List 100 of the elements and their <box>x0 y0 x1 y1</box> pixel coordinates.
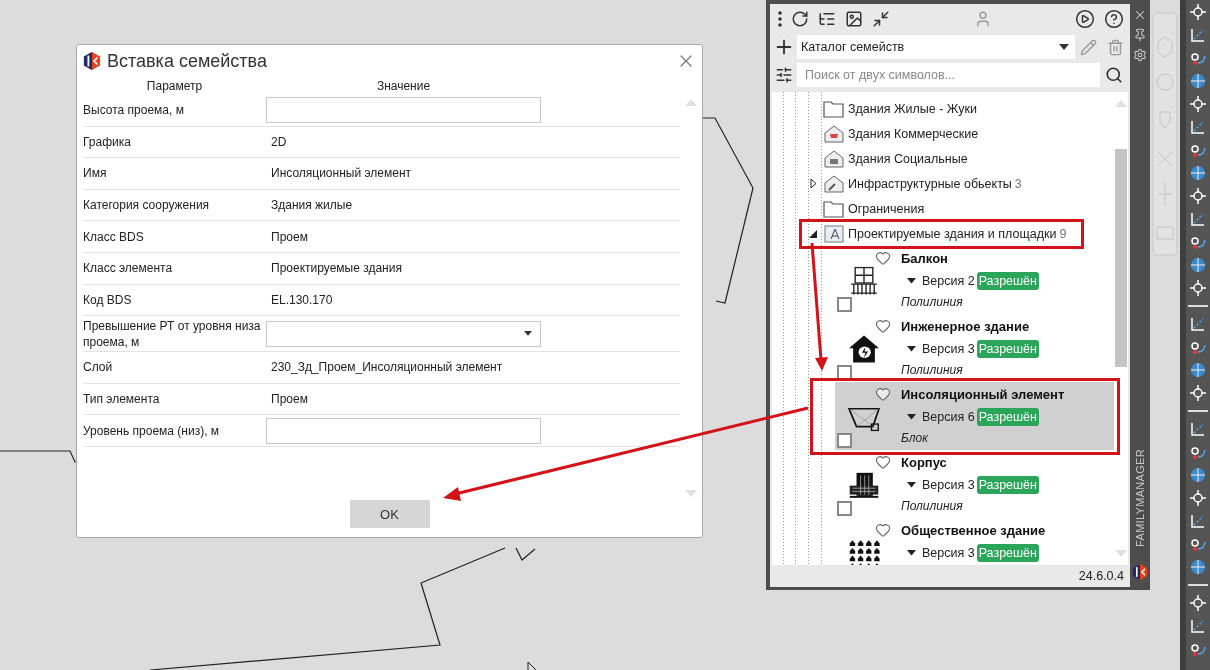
mouse-cursor-icon <box>527 661 537 670</box>
parameter-value: Здания жилые <box>270 198 353 213</box>
family-item[interactable]: Инженерное здание Версия 3 Разрешён Полилиния <box>835 314 1114 382</box>
version-label[interactable]: Версия 3 <box>922 342 975 356</box>
house-wrench-icon <box>823 173 845 194</box>
parameter-label: Графика <box>83 133 132 150</box>
column-header: Параметр <box>145 79 204 93</box>
item-count: 9 <box>1059 226 1067 241</box>
heart-icon[interactable] <box>875 250 891 266</box>
tree-node[interactable]: Здания Коммерческие <box>806 121 979 146</box>
globe-icon[interactable] <box>1189 558 1207 576</box>
expanded-triangle-icon[interactable] <box>809 229 817 238</box>
heart-icon[interactable] <box>875 522 891 538</box>
heart-icon[interactable] <box>875 318 891 334</box>
dimension-icon[interactable] <box>1189 26 1207 44</box>
checkbox[interactable] <box>837 297 852 312</box>
family-name: Инженерное здание <box>901 318 1031 336</box>
family-item[interactable]: Общественное здание Версия 3 Разрешён <box>835 518 1114 565</box>
tree-node[interactable]: Проектируемые здания и площадки 9 <box>806 221 1067 246</box>
tree-node[interactable]: Здания Жилые - Жуки <box>806 96 977 121</box>
node-snap-icon[interactable] <box>1189 3 1207 21</box>
version-label[interactable]: Версия 3 <box>922 546 975 560</box>
filter-button[interactable] <box>774 66 793 84</box>
public-buildings-drawing <box>847 537 881 565</box>
status-badge: Разрешён <box>976 408 1039 426</box>
node-snap-icon[interactable] <box>1189 489 1207 507</box>
parameter-value: Проем <box>270 392 308 407</box>
family-type: Блок <box>901 431 929 445</box>
dimension-icon[interactable] <box>1189 210 1207 228</box>
help-button[interactable] <box>1104 9 1124 29</box>
caret-icon <box>1059 44 1069 50</box>
node-snap-icon[interactable] <box>1189 279 1207 297</box>
value-input-field[interactable] <box>266 417 541 444</box>
ok-button[interactable]: OK <box>349 500 430 528</box>
value-input-field[interactable] <box>266 97 541 124</box>
scrollbar-thumb[interactable] <box>1115 149 1127 367</box>
house-cart-icon <box>823 123 845 144</box>
parameter-label: Класс элемента <box>83 260 174 277</box>
status-badge: Разрешён <box>976 272 1039 290</box>
parameter-label: Превышение РТ от уровня низа проема, м <box>83 317 262 350</box>
search-button[interactable] <box>1104 66 1123 84</box>
parameter-label: Уровень проема (низ), м <box>83 422 221 439</box>
more-menu-button[interactable] <box>778 11 782 27</box>
close-icon[interactable] <box>1133 8 1147 22</box>
refresh-button[interactable] <box>791 10 809 28</box>
family-item[interactable]: Инсоляционный элемент Версия 6 Разрешён Блок <box>835 382 1114 450</box>
checkbox[interactable] <box>837 433 852 448</box>
tree-view-button[interactable] <box>818 10 836 28</box>
collapsed-triangle-icon[interactable] <box>809 178 817 189</box>
family-item[interactable]: Балкон Версия 2 Разрешён Полилиния <box>835 246 1114 314</box>
node-snap-icon[interactable] <box>1189 187 1207 205</box>
tree-node[interactable]: Инфраструктурные обьекты 3 <box>806 171 1022 196</box>
version-label[interactable]: Версия 6 <box>922 410 975 424</box>
globe-icon[interactable] <box>1189 361 1207 379</box>
collapse-button[interactable] <box>872 10 890 28</box>
parameter-label: Код BDS <box>83 291 133 308</box>
search-field[interactable]: Поиск от двух символов... <box>797 63 1100 87</box>
version-label[interactable]: Версия 3 <box>922 478 975 492</box>
dimension-icon[interactable] <box>1189 118 1207 136</box>
tree-node[interactable]: Ограничения <box>806 196 925 221</box>
pin-icon[interactable] <box>1133 28 1147 42</box>
version-caret-icon <box>907 550 916 556</box>
family-type: Полилиния <box>901 295 964 309</box>
parameter-label: Категория сооружения <box>83 197 211 214</box>
settings-icon[interactable] <box>1133 48 1147 62</box>
tree-node-label: Здания Коммерческие <box>848 126 979 141</box>
parameter-value: Проем <box>270 229 308 244</box>
heart-icon[interactable] <box>875 386 891 402</box>
globe-icon[interactable] <box>1189 256 1207 274</box>
version-caret-icon <box>907 278 916 284</box>
parameter-value: EL.130.170 <box>270 292 333 307</box>
globe-icon[interactable] <box>1189 466 1207 484</box>
folder-icon <box>823 98 845 119</box>
app-logo-icon <box>83 52 101 70</box>
family-name: Общественное здание <box>901 522 1046 540</box>
version-caret-icon <box>907 346 916 352</box>
dimension-icon[interactable] <box>1189 512 1207 530</box>
catalog-dropdown[interactable]: Каталог семейств <box>797 35 1075 59</box>
tree-node[interactable]: Здания Социальные <box>806 146 968 171</box>
globe-icon[interactable] <box>1189 72 1207 90</box>
node-snap-icon[interactable] <box>1189 594 1207 612</box>
dimension-icon[interactable] <box>1189 315 1207 333</box>
family-name: Корпус <box>901 454 948 472</box>
node-snap-icon[interactable] <box>1189 384 1207 402</box>
dimension-icon[interactable] <box>1189 617 1207 635</box>
family-item[interactable]: Корпус Версия 3 Разрешён Полилиния <box>835 450 1114 518</box>
heart-icon[interactable] <box>875 454 891 470</box>
image-button[interactable] <box>845 10 863 28</box>
node-snap-icon[interactable] <box>1189 95 1207 113</box>
version-label[interactable]: Версия 2 <box>922 274 975 288</box>
globe-icon[interactable] <box>1189 164 1207 182</box>
dimension-icon[interactable] <box>1189 420 1207 438</box>
item-count: 3 <box>1014 176 1022 191</box>
family-type: Полилиния <box>901 499 964 513</box>
parameter-label: Слой <box>83 359 114 376</box>
blueprint-icon <box>823 223 845 244</box>
tree-node-label: Здания Социальные <box>848 151 968 166</box>
play-button[interactable] <box>1075 9 1095 29</box>
checkbox[interactable] <box>837 501 852 516</box>
parameter-value: Инсоляционный элемент <box>270 166 412 181</box>
